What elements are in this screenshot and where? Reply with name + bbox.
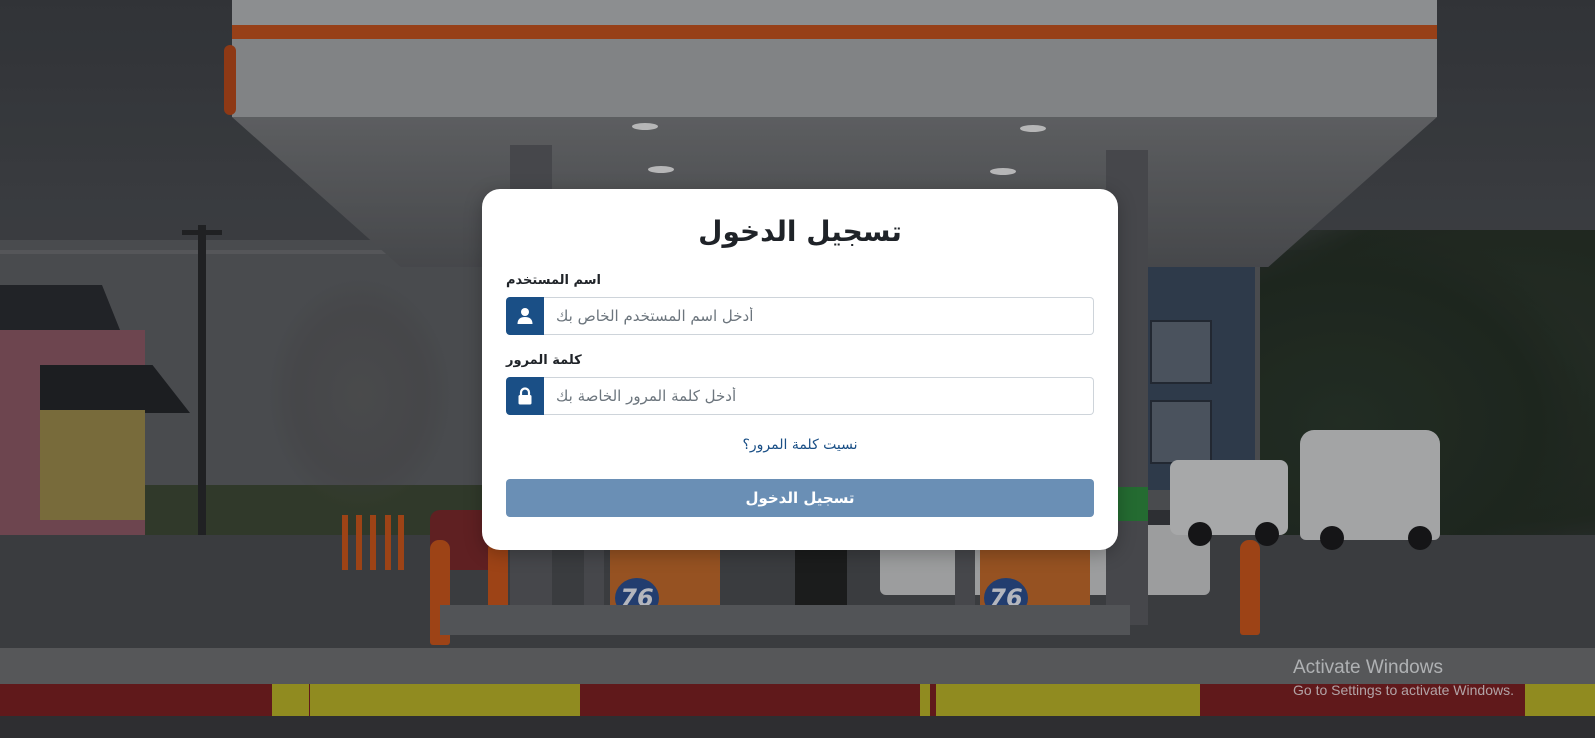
lock-icon xyxy=(506,377,544,415)
login-button[interactable]: تسجيل الدخول xyxy=(506,479,1094,517)
username-input[interactable] xyxy=(544,297,1094,335)
user-icon xyxy=(506,297,544,335)
forgot-password-link[interactable]: نسيت كلمة المرور؟ xyxy=(506,435,1094,455)
username-group xyxy=(506,297,1094,335)
password-group xyxy=(506,377,1094,415)
login-card: تسجيل الدخول اسم المستخدم كلمة المرور نس… xyxy=(482,189,1118,550)
password-label: كلمة المرور xyxy=(506,353,582,368)
windows-activation-watermark: Activate Windows Go to Settings to activ… xyxy=(1293,656,1514,700)
watermark-subtitle: Go to Settings to activate Windows. xyxy=(1293,682,1514,698)
password-input[interactable] xyxy=(544,377,1094,415)
username-label: اسم المستخدم xyxy=(506,273,601,288)
watermark-title: Activate Windows xyxy=(1293,657,1443,678)
login-title: تسجيل الدخول xyxy=(698,215,902,248)
